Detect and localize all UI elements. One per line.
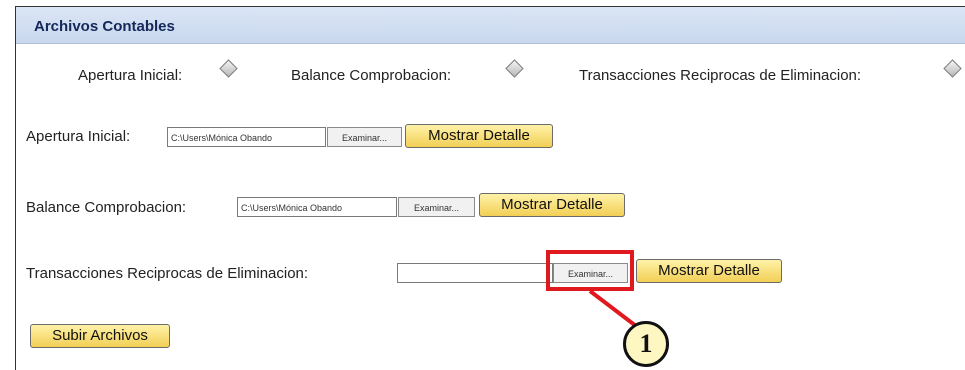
callout-connector — [588, 289, 638, 328]
callout-step-number: 1 — [623, 321, 669, 367]
